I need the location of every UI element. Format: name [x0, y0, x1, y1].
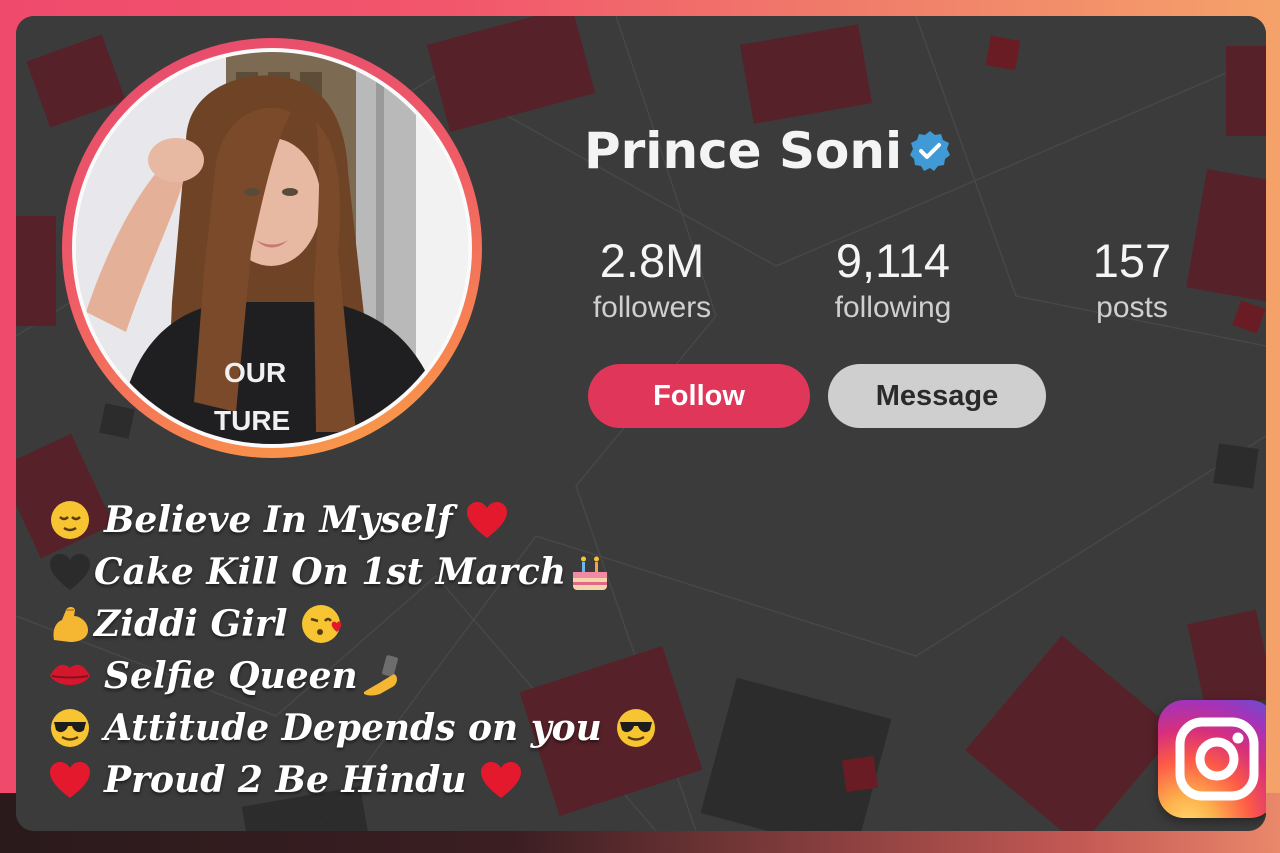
bio-line: Ziddi Girl [46, 598, 660, 650]
black-heart-emoji [46, 548, 94, 596]
bio-line: Cake Kill On 1st March [46, 546, 660, 598]
bio-line: Selfie Queen [46, 650, 660, 702]
posts-count: 157 [1092, 234, 1172, 287]
followers-count: 2.8M [599, 234, 705, 287]
bio-text: Proud 2 Be Hindu [104, 759, 467, 801]
verified-badge-icon [910, 131, 951, 171]
bio-text: Selfie Queen [104, 655, 358, 697]
bio-line: Proud 2 Be Hindu [46, 754, 660, 806]
red-heart-emoji [477, 756, 525, 804]
birthday-cake-emoji [566, 548, 614, 596]
followers-label: followers [592, 291, 712, 324]
bio-line: Believe In Myself [46, 494, 660, 546]
stat-posts[interactable]: 157 posts [1080, 234, 1184, 328]
profile-photo: OUR TURE [76, 52, 468, 444]
svg-text:TURE: TURE [214, 405, 290, 436]
svg-text:OUR: OUR [224, 357, 286, 388]
stat-following[interactable]: 9,114 following [822, 234, 964, 328]
bio-text: Believe In Myself [104, 499, 453, 541]
red-heart-emoji [463, 496, 511, 544]
profile-name: Prince Soni [584, 122, 903, 180]
profile-header: Prince Soni [584, 116, 952, 186]
red-heart-emoji [46, 756, 94, 804]
bio-text: Attitude Depends on you [104, 707, 602, 749]
kiss-lips-emoji [46, 652, 94, 700]
selfie-emoji [358, 652, 406, 700]
message-button[interactable]: Message [828, 364, 1046, 428]
follow-button[interactable]: Follow [588, 364, 810, 428]
profile-card: OUR TURE Prince Soni 2.8M followers 9,11… [16, 16, 1266, 831]
avatar[interactable]: OUR TURE [76, 52, 468, 444]
following-count: 9,114 [835, 234, 951, 287]
bio-line: Attitude Depends on you [46, 702, 660, 754]
relieved-face-emoji [46, 496, 94, 544]
flexed-biceps-emoji [46, 600, 94, 648]
bio-text: Cake Kill On 1st March [94, 551, 566, 593]
following-label: following [834, 291, 952, 324]
kissing-face-emoji [298, 600, 346, 648]
bio-text: Ziddi Girl [94, 603, 288, 645]
bio: Believe In Myself Cake Kill On 1st March… [46, 494, 660, 806]
instagram-glyph-icon [1175, 717, 1259, 801]
sunglasses-face-emoji [612, 704, 660, 752]
stat-followers[interactable]: 2.8M followers [582, 234, 722, 328]
posts-label: posts [1096, 291, 1168, 324]
instagram-logo-icon[interactable] [1158, 700, 1266, 818]
sunglasses-face-emoji [46, 704, 94, 752]
